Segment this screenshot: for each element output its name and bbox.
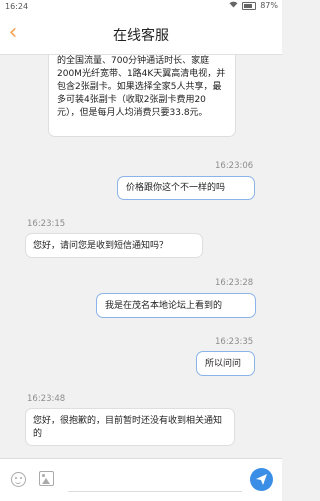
input-bar bbox=[0, 458, 282, 501]
wifi-icon bbox=[229, 1, 238, 10]
message-text: 我是在茂名本地论坛上看到的 bbox=[105, 301, 223, 311]
message-timestamp: 16:23:28 bbox=[215, 278, 254, 288]
message-agent-1: 的全国流量、700分钟通话时长、家庭200M光纤宽带、1路4K天翼高清电视，并包… bbox=[48, 55, 236, 137]
message-text: 您好，很抱歉的，目前暂时还没有收到相关通知的 bbox=[33, 416, 223, 439]
image-icon[interactable] bbox=[39, 471, 54, 486]
message-text: 您好，请问您是收到短信通知吗？ bbox=[33, 241, 169, 251]
status-bar: 16:24 87% bbox=[0, 0, 282, 14]
message-timestamp: 16:23:35 bbox=[215, 337, 254, 347]
message-text: 价格跟你这个不一样的吗 bbox=[126, 183, 226, 193]
emoji-icon[interactable] bbox=[11, 472, 26, 487]
message-user-3: 所以问问 bbox=[196, 351, 255, 376]
status-time: 16:24 bbox=[5, 2, 29, 11]
send-icon bbox=[256, 474, 267, 485]
message-user-1: 价格跟你这个不一样的吗 bbox=[117, 176, 255, 200]
message-agent-2: 您好，请问您是收到短信通知吗？ bbox=[25, 233, 203, 258]
battery-icon bbox=[242, 1, 257, 10]
message-timestamp: 16:23:15 bbox=[27, 219, 66, 229]
page-title: 在线客服 bbox=[113, 28, 169, 44]
message-text: 的全国流量、700分钟通话时长、家庭200M光纤宽带、1路4K天翼高清电视，并包… bbox=[57, 56, 226, 118]
chat-area: 的全国流量、700分钟通话时长、家庭200M光纤宽带、1路4K天翼高清电视，并包… bbox=[0, 55, 282, 457]
send-button[interactable] bbox=[250, 468, 273, 491]
battery-level: 87% bbox=[260, 1, 278, 10]
message-input[interactable] bbox=[68, 471, 242, 492]
message-agent-3: 您好，很抱歉的，目前暂时还没有收到相关通知的 bbox=[25, 408, 235, 446]
message-timestamp: 16:23:48 bbox=[27, 394, 66, 404]
message-timestamp: 16:23:06 bbox=[215, 161, 254, 171]
header-bar: ‹ 在线客服 bbox=[0, 14, 282, 55]
status-right: 87% bbox=[229, 1, 278, 10]
message-user-2: 我是在茂名本地论坛上看到的 bbox=[96, 293, 256, 318]
message-text: 所以问问 bbox=[205, 359, 242, 369]
